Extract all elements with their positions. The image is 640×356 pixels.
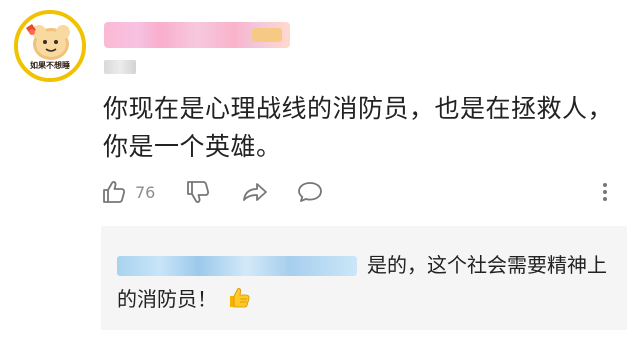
like-button[interactable]: 76: [101, 176, 155, 208]
comment-actions: 76: [101, 176, 627, 208]
comment-icon: [298, 182, 322, 202]
blurred-timestamp: [104, 60, 136, 74]
reply-text-block: 是的，这个社会需要精神上的消防员！: [117, 248, 617, 316]
more-options-button[interactable]: [599, 176, 611, 208]
more-vertical-icon: [603, 183, 607, 201]
thumbs-up-emoji: [227, 286, 251, 310]
reply-text: 是的，这个社会需要精神上的消防员！: [117, 253, 607, 311]
thumbs-up-icon: [103, 181, 126, 203]
share-icon: [243, 183, 267, 201]
reply-container[interactable]: 是的，这个社会需要精神上的消防员！: [101, 226, 627, 330]
blurred-username[interactable]: [104, 22, 290, 48]
share-button[interactable]: [241, 176, 269, 208]
thumbs-up-icon: [230, 288, 250, 308]
thumbs-down-icon: [187, 181, 210, 203]
blurred-user-badge: [252, 28, 282, 42]
reply-button[interactable]: [296, 176, 324, 208]
avatar-caption: 如果不想睡: [30, 61, 70, 70]
comment-text: 你现在是心理战线的消防员，也是在拯救人，你是一个英雄。: [103, 94, 614, 161]
like-count: 76: [135, 182, 156, 202]
dislike-button[interactable]: [185, 176, 211, 208]
user-avatar[interactable]: 如果不想睡: [14, 10, 86, 82]
